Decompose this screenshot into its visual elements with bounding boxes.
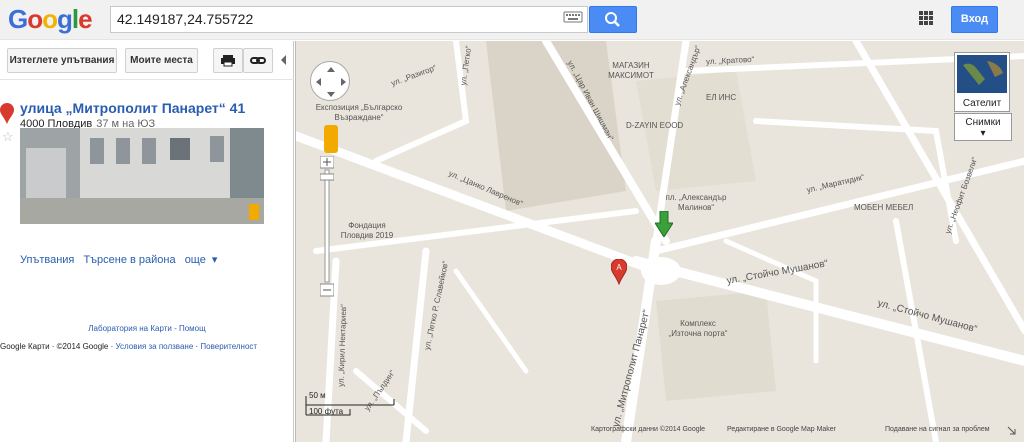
poi-dzayin[interactable]: D-ZAYIN EOOD	[626, 121, 683, 130]
print-button[interactable]	[213, 48, 243, 73]
result-marker-icon[interactable]	[0, 103, 14, 128]
side-panel: Изтеглете упътвания Моите места ☆ улица …	[0, 41, 294, 442]
terms-link[interactable]: Условия за ползване	[115, 342, 193, 351]
scale-meters: 50 м	[309, 391, 326, 400]
place-actions: Упътвания Търсене в района още ▾	[20, 253, 229, 266]
my-places-button[interactable]: Моите места	[125, 48, 198, 73]
photos-button[interactable]: Снимки ▾	[954, 113, 1012, 141]
location-arrow-icon[interactable]	[654, 210, 674, 240]
logo-letter: G	[8, 4, 28, 34]
search-input[interactable]: 42.149187,24.755722	[110, 6, 588, 33]
map-roads	[296, 41, 1024, 442]
search-icon	[605, 12, 620, 27]
poi-complex[interactable]: Комплекс „Източна порта“	[668, 319, 728, 339]
photos-label: Снимки	[965, 117, 1001, 128]
address-title[interactable]: улица „Митрополит Панарет“ 41	[20, 100, 245, 116]
logo-letter: g	[57, 4, 73, 34]
print-icon	[221, 55, 235, 67]
chevron-down-icon: ▾	[980, 128, 986, 139]
more-link[interactable]: още ▾	[185, 254, 224, 266]
footer-copyright: ©2014 Google	[56, 342, 109, 351]
more-label: още	[184, 254, 206, 266]
divider	[0, 79, 294, 80]
zoom-slider[interactable]	[319, 155, 335, 298]
satellite-thumbnail	[957, 55, 1007, 93]
link-icon	[250, 57, 266, 64]
logo-letter: o	[27, 4, 43, 34]
poi-mobel[interactable]: МОБЕН МЕБЕЛ	[854, 203, 913, 212]
panel-footer: Google Карти · ©2014 Google · Условия за…	[0, 342, 258, 351]
pan-control[interactable]	[310, 61, 350, 101]
poi-shop[interactable]: МАГАЗИН МАКСИМОТ	[596, 61, 666, 81]
search-nearby-link[interactable]: Търсене в района	[83, 254, 175, 266]
poi-fondacia[interactable]: Фондация Пловдив 2019	[332, 221, 402, 241]
marker-letter: A	[616, 263, 622, 272]
map-canvas[interactable]: ул. „Разигор“ ул. „Цар Иван Шишман“ ул. …	[295, 41, 1024, 442]
directions-button[interactable]: Изтеглете упътвания	[7, 48, 117, 73]
logo-letter: e	[78, 4, 93, 34]
collapse-panel-icon[interactable]	[279, 54, 289, 66]
poi-museum[interactable]: Експозиция „Българско Възраждане“	[314, 103, 404, 123]
chevron-down-icon: ▾	[211, 254, 218, 266]
maps-lab-link[interactable]: Лаборатория на Карти	[88, 324, 172, 333]
directions-link[interactable]: Упътвания	[20, 254, 74, 266]
help-link[interactable]: Помощ	[179, 324, 206, 333]
report-problem-link[interactable]: Подаване на сигнал за проблем	[885, 426, 990, 433]
apps-grid-icon[interactable]	[919, 11, 933, 25]
signin-button[interactable]: Вход	[951, 6, 998, 33]
logo-letter: o	[42, 4, 58, 34]
street-view-thumbnail[interactable]	[20, 128, 264, 224]
map-copyright: Картографски данни ©2014 Google	[591, 426, 706, 433]
scale-feet: 100 фута	[309, 407, 344, 416]
search-button[interactable]	[589, 6, 637, 33]
poi-square[interactable]: пл. „Александър Малинов“	[656, 193, 736, 213]
scale-bar: 50 м 100 фута	[304, 391, 400, 421]
privacy-link[interactable]: Поверителност	[200, 342, 257, 351]
edit-map-link[interactable]: Редактиране в Google Map Maker	[727, 426, 836, 433]
keyboard-icon[interactable]	[563, 9, 583, 25]
resize-icon[interactable]	[1006, 425, 1018, 437]
map-marker-a[interactable]: A	[610, 258, 628, 288]
google-logo[interactable]: Google	[8, 4, 93, 35]
link-button[interactable]	[243, 48, 273, 73]
footer-brand: Google Карти	[0, 342, 50, 351]
star-icon[interactable]: ☆	[2, 129, 14, 145]
poi-el-ins[interactable]: ЕЛ ИНС	[706, 93, 736, 102]
pegman-icon[interactable]	[324, 125, 338, 153]
top-bar: Google 42.149187,24.755722 Вход	[0, 0, 1024, 40]
satellite-label: Сателит	[962, 98, 1002, 109]
satellite-button[interactable]: Сателит	[954, 52, 1010, 112]
lab-links: Лаборатория на Карти - Помощ	[88, 324, 206, 333]
